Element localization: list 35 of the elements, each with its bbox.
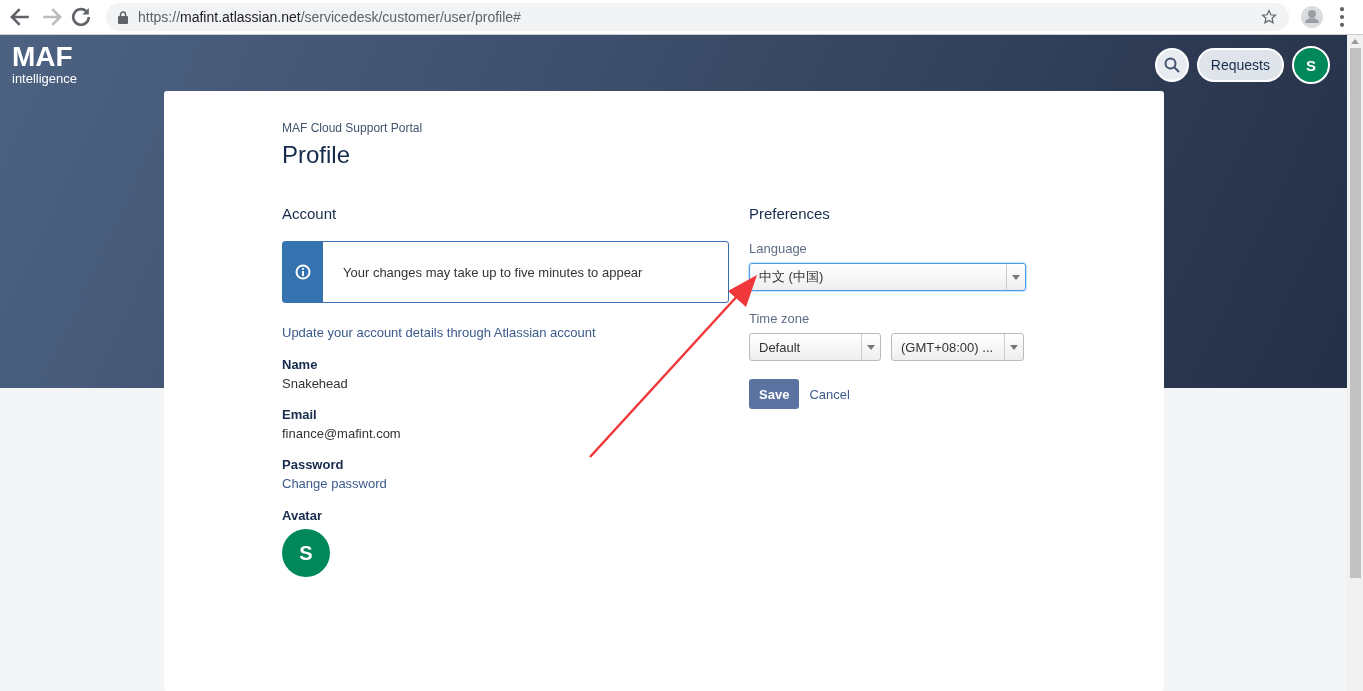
field-label: Time zone: [749, 311, 811, 326]
region-select[interactable]: Default: [749, 333, 881, 361]
scrollbar-thumb[interactable]: [1349, 48, 1361, 578]
account-link[interactable]: Update your account details through Atlassian account: [282, 325, 596, 340]
address-bar[interactable]: https://mafint.atlassian.net/servicedesk/customer/user/profile#: [106, 3, 1289, 31]
avatar: S: [282, 529, 330, 577]
lock-icon: [118, 10, 128, 24]
field-value: finance@mafint.com: [282, 426, 402, 441]
notice-text: Your changes may take up to five minutes to appear: [342, 264, 643, 280]
profile-icon[interactable]: [1299, 4, 1325, 30]
scrollbar[interactable]: [1347, 35, 1363, 691]
timezone-select[interactable]: (GMT+08:00) ...: [891, 333, 1024, 361]
section-heading: Preferences: [749, 205, 831, 222]
star-icon[interactable]: [1261, 9, 1277, 25]
change-password-link[interactable]: Change password: [282, 476, 387, 491]
caret-icon: [1010, 344, 1018, 350]
caret-icon: [867, 344, 875, 350]
caret-icon: [1012, 274, 1020, 280]
save-button[interactable]: Save: [749, 379, 800, 409]
info-icon: [295, 264, 311, 280]
field-label: Password: [282, 457, 345, 472]
requests-button[interactable]: Requests: [1196, 48, 1284, 82]
section-heading: Account: [282, 205, 338, 222]
field-label: Name: [282, 357, 319, 372]
logo[interactable]: MAF intelligence: [12, 43, 78, 85]
url-text: https://mafint.atlassian.net/servicedesk/customer/user/profile#: [138, 9, 521, 25]
search-icon: [1163, 57, 1180, 73]
field-label: Email: [282, 407, 318, 422]
field-label: Avatar: [282, 508, 323, 523]
language-select[interactable]: 中文 (中国): [749, 263, 1026, 291]
field-label: Language: [749, 241, 808, 256]
cancel-link[interactable]: Cancel: [809, 386, 850, 402]
field-value: Snakehead: [282, 376, 349, 391]
portal-name[interactable]: MAF Cloud Support Portal: [282, 121, 1164, 135]
page-title: Profile: [282, 141, 352, 169]
